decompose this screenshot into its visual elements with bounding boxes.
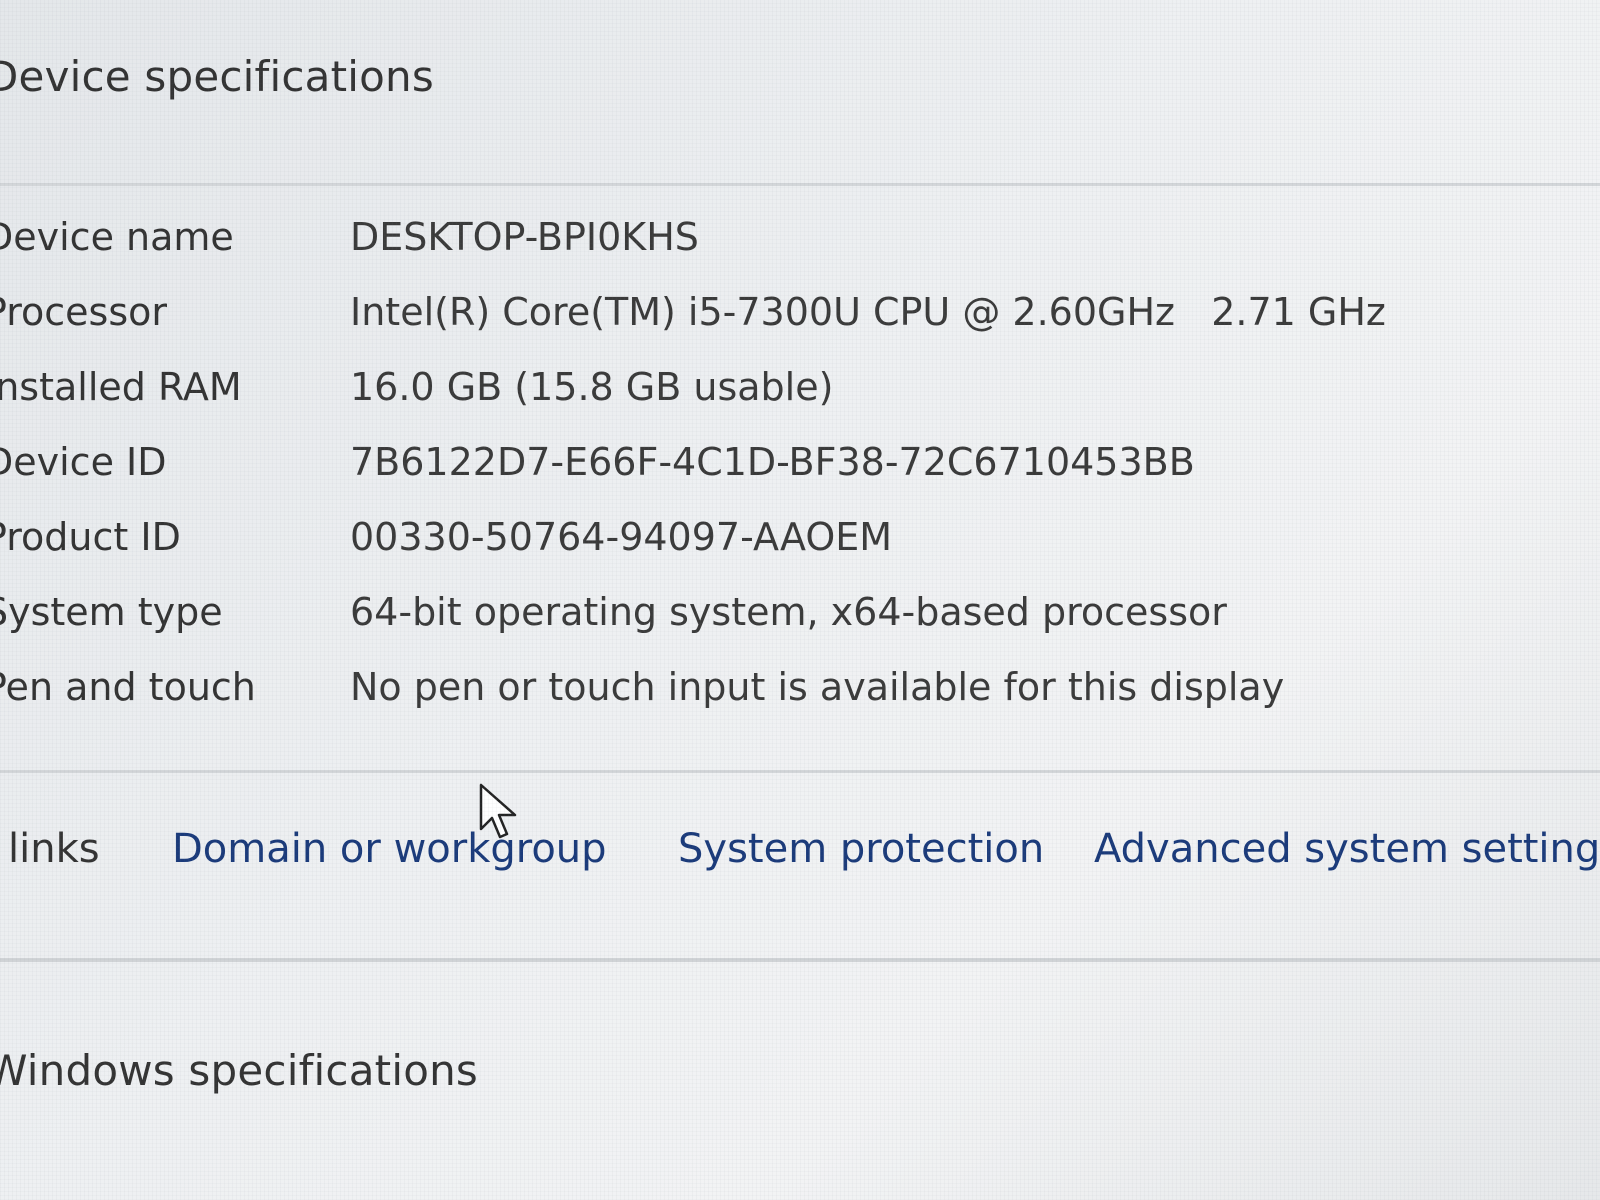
spec-label: Device ID [0, 440, 167, 484]
system-protection-link[interactable]: System protection [678, 826, 1044, 872]
settings-about-page: Device specifications Device name DESKTO… [0, 0, 1600, 1200]
spec-value: DESKTOP-BPI0KHS [350, 215, 699, 259]
mouse-pointer-icon [479, 783, 517, 839]
divider [0, 183, 1600, 186]
spec-row-installed-ram: Installed RAM 16.0 GB (15.8 GB usable) [0, 365, 1600, 440]
spec-label: Pen and touch [0, 665, 256, 709]
spec-label: Product ID [0, 515, 181, 559]
spec-row-device-id: Device ID 7B6122D7-E66F-4C1D-BF38-72C671… [0, 440, 1600, 515]
spec-value: 64-bit operating system, x64-based proce… [350, 590, 1227, 634]
divider [0, 958, 1600, 962]
spec-label: Installed RAM [0, 365, 242, 409]
spec-row-system-type: System type 64-bit operating system, x64… [0, 590, 1600, 665]
spec-row-product-id: Product ID 00330-50764-94097-AAOEM [0, 515, 1600, 590]
related-links-label: links [8, 826, 100, 872]
spec-label: System type [0, 590, 223, 634]
spec-value: No pen or touch input is available for t… [350, 665, 1285, 709]
related-links-bar: links Domain or workgroup System protect… [0, 826, 1600, 896]
device-specifications-table: Device name DESKTOP-BPI0KHS Processor In… [0, 215, 1600, 740]
spec-row-pen-and-touch: Pen and touch No pen or touch input is a… [0, 665, 1600, 740]
advanced-system-settings-link[interactable]: Advanced system settings [1094, 826, 1600, 872]
divider [0, 770, 1600, 773]
spec-row-device-name: Device name DESKTOP-BPI0KHS [0, 215, 1600, 290]
spec-label: Device name [0, 215, 234, 259]
spec-row-processor: Processor Intel(R) Core(TM) i5-7300U CPU… [0, 290, 1600, 365]
spec-value: Intel(R) Core(TM) i5-7300U CPU @ 2.60GHz… [350, 290, 1386, 334]
windows-specifications-heading: Windows specifications [0, 1046, 478, 1095]
spec-value: 16.0 GB (15.8 GB usable) [350, 365, 834, 409]
spec-label: Processor [0, 290, 168, 334]
device-specifications-heading: Device specifications [0, 52, 434, 101]
spec-value: 7B6122D7-E66F-4C1D-BF38-72C6710453BB [350, 440, 1195, 484]
domain-or-workgroup-link[interactable]: Domain or workgroup [172, 826, 607, 872]
spec-value: 00330-50764-94097-AAOEM [350, 515, 893, 559]
